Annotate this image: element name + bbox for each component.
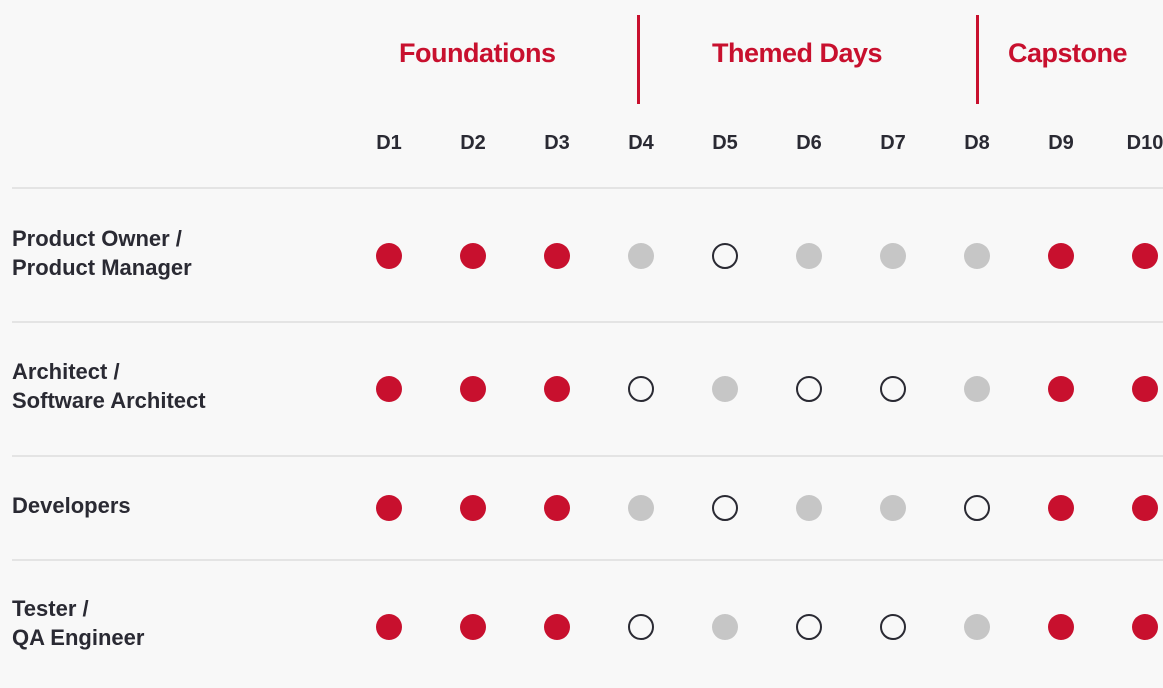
status-dot-core (544, 614, 570, 640)
status-dot-core (544, 243, 570, 269)
status-dot-optional (796, 243, 822, 269)
status-dot-core (460, 495, 486, 521)
phase-themed-days-label: Themed Days (712, 38, 883, 68)
status-dot-optional (796, 495, 822, 521)
status-dot-optional (964, 614, 990, 640)
status-dot-recommended (880, 376, 906, 402)
status-dot-recommended (712, 495, 738, 521)
row-divider (12, 187, 1163, 189)
phase-divider (637, 15, 640, 104)
status-dot-core (1048, 495, 1074, 521)
role-label-line: Developers (12, 493, 131, 518)
status-dot-recommended (964, 495, 990, 521)
status-dot-optional (880, 495, 906, 521)
phase-foundations-label: Foundations (399, 38, 556, 68)
status-dot-optional (628, 495, 654, 521)
status-dot-optional (880, 243, 906, 269)
status-dot-optional (712, 614, 738, 640)
role-label: Product Owner / Product Manager (12, 224, 332, 282)
status-dot-core (1132, 243, 1158, 269)
role-label: Tester / QA Engineer (12, 594, 332, 652)
day-label-d9: D9 (1048, 132, 1074, 154)
status-dot-core (460, 243, 486, 269)
role-label-line: Product Manager (12, 255, 192, 280)
status-dot-recommended (712, 243, 738, 269)
status-dot-recommended (628, 376, 654, 402)
day-label-d5: D5 (712, 132, 738, 154)
status-dot-core (460, 614, 486, 640)
status-dot-optional (712, 376, 738, 402)
status-dot-core (376, 614, 402, 640)
status-dot-core (1048, 243, 1074, 269)
role-label-line: Tester / (12, 596, 89, 621)
role-label: Architect / Software Architect (12, 357, 332, 415)
day-label-d7: D7 (880, 132, 906, 154)
status-dot-core (376, 376, 402, 402)
status-dot-core (544, 376, 570, 402)
status-dot-core (376, 243, 402, 269)
status-dot-core (376, 495, 402, 521)
status-dot-core (1132, 376, 1158, 402)
status-dot-recommended (796, 614, 822, 640)
status-dot-optional (628, 243, 654, 269)
day-label-d2: D2 (460, 132, 486, 154)
day-label-d8: D8 (964, 132, 990, 154)
day-label-d10: D10 (1126, 132, 1163, 154)
status-dot-optional (964, 243, 990, 269)
status-dot-recommended (796, 376, 822, 402)
day-label-d3: D3 (544, 132, 570, 154)
phase-capstone-label: Capstone (1008, 38, 1128, 68)
role-label-line: Architect / (12, 359, 120, 384)
role-label-line: Software Architect (12, 388, 206, 413)
role-label-line: Product Owner / (12, 226, 182, 251)
day-label-d4: D4 (628, 132, 654, 154)
day-label-d6: D6 (796, 132, 822, 154)
training-matrix: Foundations Themed Days Capstone D1 D2 D3 D… (0, 0, 1163, 688)
phase-divider (976, 15, 979, 104)
status-dot-core (1132, 614, 1158, 640)
role-label-line: QA Engineer (12, 625, 145, 650)
row-divider (12, 559, 1163, 561)
role-label: Developers (12, 491, 332, 520)
status-dot-optional (964, 376, 990, 402)
status-dot-recommended (628, 614, 654, 640)
status-dot-core (1132, 495, 1158, 521)
status-dot-core (1048, 614, 1074, 640)
day-label-d1: D1 (376, 132, 402, 154)
status-dot-core (544, 495, 570, 521)
row-divider (12, 455, 1163, 457)
status-dot-core (460, 376, 486, 402)
status-dot-core (1048, 376, 1074, 402)
row-divider (12, 321, 1163, 323)
status-dot-recommended (880, 614, 906, 640)
